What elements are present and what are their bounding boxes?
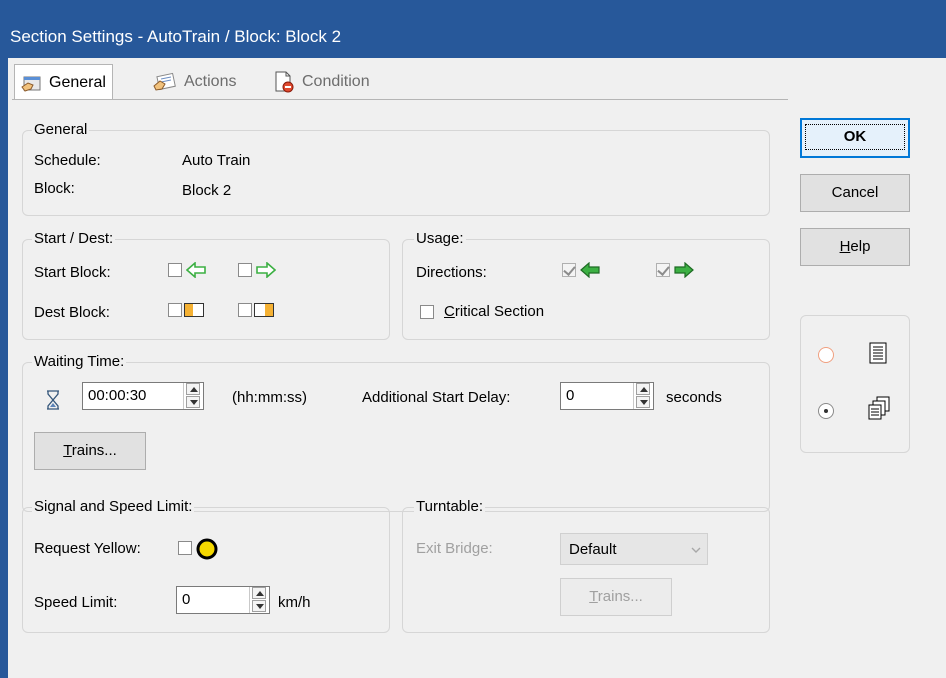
signal-speed-group-label: Signal and Speed Limit:	[32, 498, 195, 516]
dest-block-label: Dest Block:	[34, 304, 110, 321]
request-yellow-label: Request Yellow:	[34, 540, 141, 557]
tab-condition[interactable]: Condition	[266, 66, 376, 98]
waiting-trains-button[interactable]: Trains...	[34, 432, 146, 470]
view-mode-panel	[800, 315, 910, 453]
speed-limit-label: Speed Limit:	[34, 594, 118, 611]
tab-general-label: General	[49, 73, 106, 91]
spin-up-button[interactable]	[186, 383, 200, 395]
delay-unit-label: seconds	[666, 389, 722, 406]
hand-properties-icon	[21, 76, 41, 92]
dest-block-right-checkbox[interactable]	[238, 303, 252, 317]
exit-bridge-select[interactable]: Default	[560, 533, 708, 565]
block-label: Block:	[34, 180, 75, 197]
block-left-end-icon	[184, 303, 204, 317]
exit-bridge-selected-value: Default	[569, 541, 617, 558]
title-bar: Section Settings - AutoTrain / Block: Bl…	[0, 0, 946, 58]
waiting-time-value: 00:00:30	[88, 387, 147, 404]
tab-actions-label: Actions	[184, 73, 237, 90]
spin-down-button[interactable]	[636, 396, 650, 408]
direction-right-checkbox[interactable]	[656, 263, 670, 277]
usage-group-label: Usage:	[414, 230, 466, 248]
direction-left-checkbox[interactable]	[562, 263, 576, 277]
actions-icon	[153, 72, 176, 91]
spin-down-button[interactable]	[186, 396, 200, 408]
start-block-label: Start Block:	[34, 264, 111, 281]
exit-bridge-label: Exit Bridge:	[416, 540, 493, 557]
speed-unit-label: km/h	[278, 594, 311, 611]
turntable-group-label: Turntable:	[414, 498, 485, 516]
additional-start-delay-label: Additional Start Delay:	[362, 389, 511, 406]
waiting-time-group-label: Waiting Time:	[32, 353, 127, 371]
tab-divider	[12, 99, 788, 100]
right-arrow-icon	[674, 262, 694, 278]
hourglass-icon	[47, 390, 59, 410]
block-right-end-icon	[254, 303, 274, 317]
start-dest-group	[22, 239, 390, 340]
list-document-icon	[869, 342, 887, 364]
critical-section-label[interactable]: Critical Section	[444, 303, 544, 320]
speed-limit-input[interactable]: 0	[176, 586, 270, 614]
block-value: Block 2	[182, 182, 232, 199]
tab-condition-label: Condition	[302, 73, 370, 90]
spin-up-button[interactable]	[636, 383, 650, 395]
right-arrow-icon	[256, 262, 276, 278]
window-title: Section Settings - AutoTrain / Block: Bl…	[10, 27, 342, 46]
left-arrow-icon	[186, 262, 206, 278]
start-dest-group-label: Start / Dest:	[32, 230, 116, 248]
speed-limit-value: 0	[182, 591, 191, 608]
speed-limit-spinner[interactable]	[249, 587, 267, 613]
waiting-time-spinner[interactable]	[183, 383, 201, 409]
spin-down-button[interactable]	[252, 600, 266, 612]
chevron-down-icon	[691, 547, 701, 553]
ok-button-label: OK	[805, 124, 905, 150]
start-delay-value: 0	[566, 387, 575, 404]
signal-speed-group	[22, 507, 390, 633]
multi-view-radio[interactable]	[818, 403, 834, 419]
single-view-radio[interactable]	[818, 347, 834, 363]
schedule-value: Auto Train	[182, 152, 251, 169]
tab-general[interactable]: General	[14, 64, 113, 100]
yellow-signal-icon	[196, 538, 218, 560]
help-button[interactable]: Help	[800, 228, 910, 266]
cancel-button-label: Cancel	[831, 184, 879, 201]
usage-group	[402, 239, 770, 340]
general-group	[22, 130, 770, 216]
directions-label: Directions:	[416, 264, 487, 281]
multiple-documents-icon	[868, 396, 890, 420]
condition-icon	[275, 71, 294, 93]
general-group-label: General	[32, 121, 90, 139]
schedule-label: Schedule:	[34, 152, 101, 169]
cancel-button[interactable]: Cancel	[800, 174, 910, 212]
window-frame	[0, 58, 8, 678]
start-delay-spinner[interactable]	[633, 383, 651, 409]
tab-actions[interactable]: Actions	[146, 66, 242, 98]
waiting-time-input[interactable]: 00:00:30	[82, 382, 204, 410]
dest-block-left-checkbox[interactable]	[168, 303, 182, 317]
time-format-hint: (hh:mm:ss)	[232, 389, 307, 406]
ok-button[interactable]: OK	[800, 118, 910, 158]
critical-section-checkbox[interactable]	[420, 305, 434, 319]
start-block-left-checkbox[interactable]	[168, 263, 182, 277]
start-delay-input[interactable]: 0	[560, 382, 654, 410]
turntable-trains-button[interactable]: Trains...	[560, 578, 672, 616]
left-arrow-icon	[580, 262, 600, 278]
start-block-right-checkbox[interactable]	[238, 263, 252, 277]
spin-up-button[interactable]	[252, 587, 266, 599]
request-yellow-checkbox[interactable]	[178, 541, 192, 555]
